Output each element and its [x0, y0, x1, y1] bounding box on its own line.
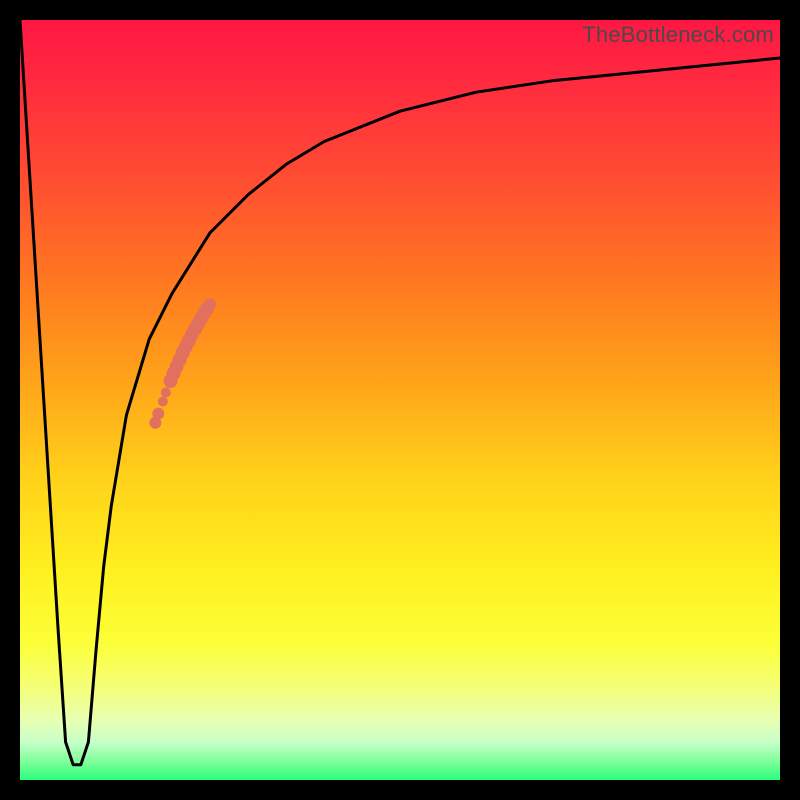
chart-frame: TheBottleneck.com: [0, 0, 800, 800]
red-dot: [152, 408, 164, 420]
chart-svg: [20, 20, 780, 780]
red-dot: [161, 387, 171, 397]
red-dot: [158, 397, 168, 407]
red-dot: [204, 298, 216, 310]
bottleneck-curve: [20, 20, 780, 765]
plot-area: TheBottleneck.com: [20, 20, 780, 780]
